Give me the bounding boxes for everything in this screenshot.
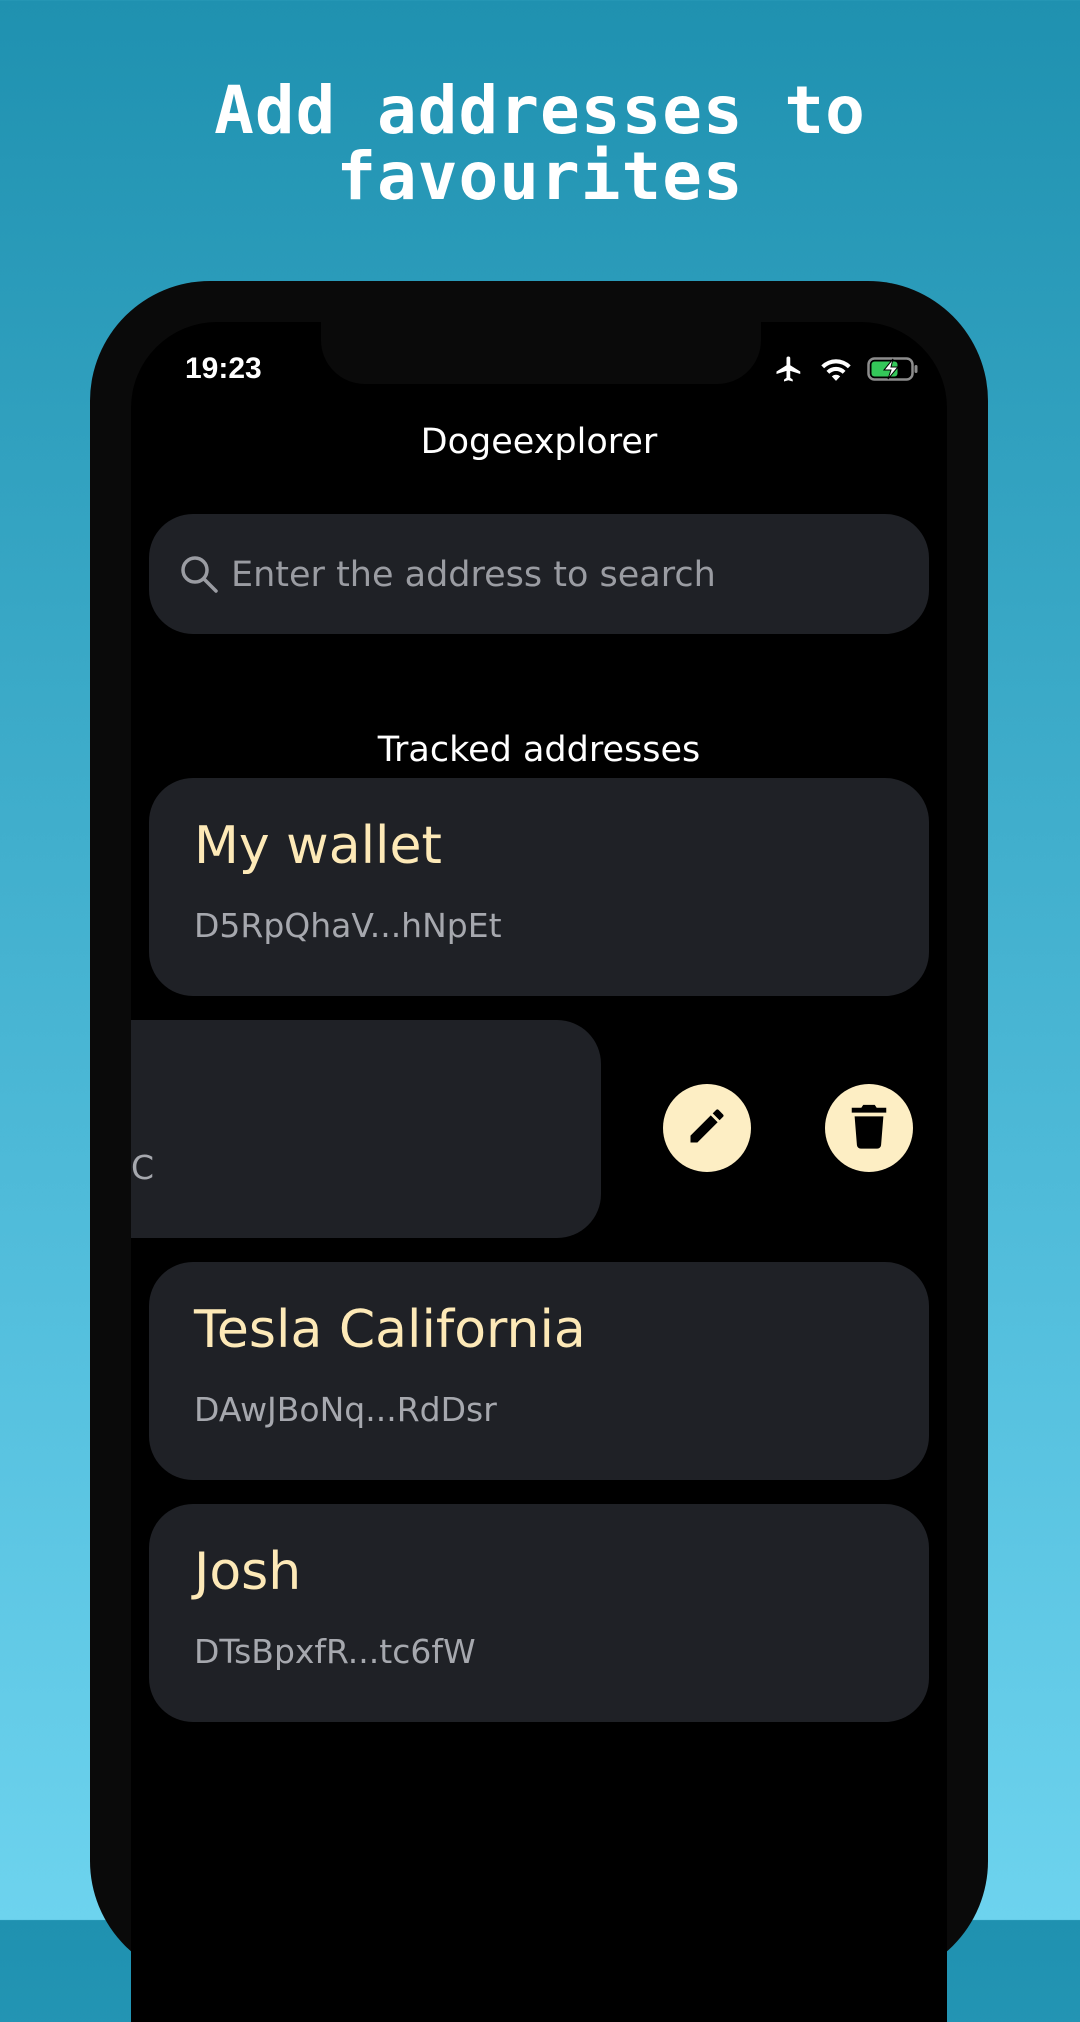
delete-button[interactable] [825, 1084, 913, 1172]
battery-charging-icon [867, 355, 919, 388]
phone-frame: 19:23 Dogeexplorer Enter the address to … [90, 281, 988, 2022]
search-icon [179, 554, 219, 599]
trash-icon [849, 1103, 889, 1154]
section-title: Tracked addresses [377, 730, 701, 770]
pencil-icon [685, 1104, 729, 1153]
search-input[interactable] [229, 542, 893, 608]
wifi-icon [819, 355, 853, 388]
address-hash: vC [131, 1148, 154, 1187]
address-hash: DAwJBoNq...RdDsr [194, 1390, 497, 1429]
airplane-icon [773, 354, 805, 389]
search-bar[interactable] [149, 514, 929, 634]
address-card-my-wallet[interactable]: My wallet D5RpQhaV...hNpEt [149, 778, 929, 996]
edit-button[interactable] [663, 1084, 751, 1172]
status-icons [773, 354, 919, 389]
address-card-tesla-california[interactable]: Tesla California DAwJBoNq...RdDsr [149, 1262, 929, 1480]
address-name: My wallet [194, 816, 442, 876]
headline-line-2: favourites [336, 138, 744, 215]
phone-screen: 19:23 Dogeexplorer Enter the address to … [131, 322, 947, 2022]
promo-headline: Add addresses to favourites [0, 78, 1080, 210]
phone-notch [321, 322, 761, 384]
address-card-josh[interactable]: Josh DTsBpxfR...tc6fW [149, 1504, 929, 1722]
address-hash: DTsBpxfR...tc6fW [194, 1632, 476, 1671]
address-card-swiped[interactable]: vC [131, 1020, 601, 1238]
address-name: Tesla California [194, 1300, 586, 1360]
status-time: 19:23 [185, 352, 262, 385]
headline-line-1: Add addresses to [214, 72, 866, 149]
address-hash: D5RpQhaV...hNpEt [194, 906, 502, 945]
app-title: Dogeexplorer [420, 422, 658, 462]
address-name: Josh [194, 1542, 302, 1602]
